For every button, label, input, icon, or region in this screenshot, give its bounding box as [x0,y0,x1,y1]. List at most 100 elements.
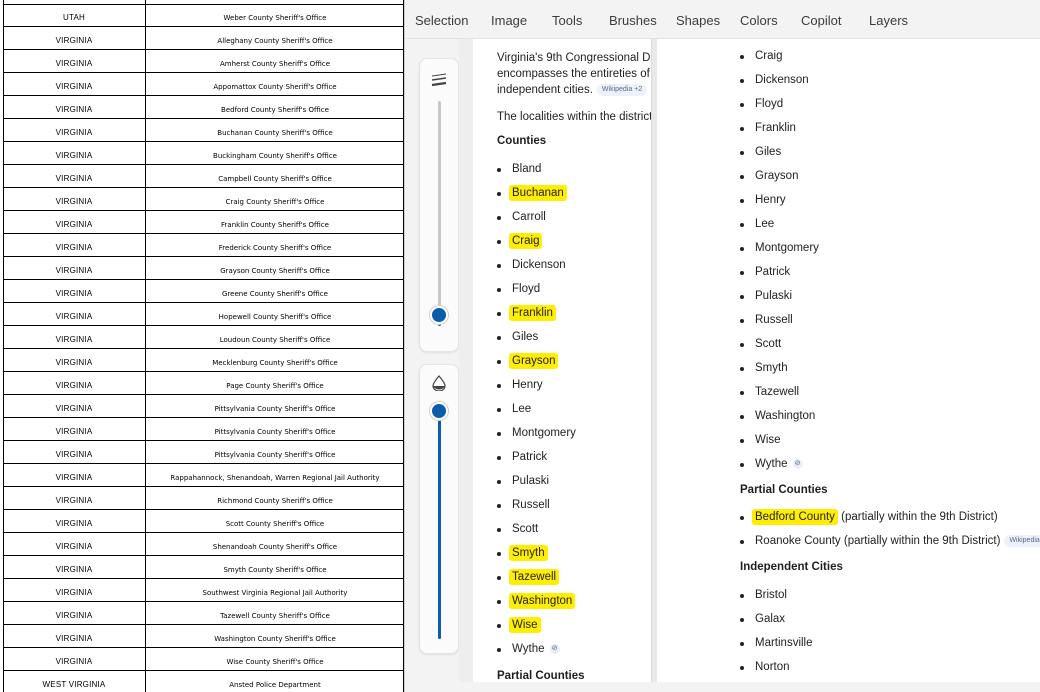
agency-cell[interactable]: Weber County Sheriff's Office [146,3,404,26]
state-cell[interactable]: VIRGINIA [3,509,145,532]
agency-cell[interactable]: Appomattox County Sheriff's Office [146,72,404,95]
table-row[interactable]: VIRGINIA Southwest Virginia Regional Jail… [3,578,404,602]
tab-selection[interactable]: Selection [415,13,468,28]
agency-cell[interactable]: Amherst County Sheriff's Office [146,49,404,72]
table-row[interactable]: VIRGINIA Washington County Sheriff's Offi… [3,624,404,648]
tab-tools[interactable]: Tools [552,13,582,28]
state-cell[interactable]: VIRGINIA [3,279,145,302]
state-cell[interactable]: VIRGINIA [3,95,145,118]
table-row[interactable]: VIRGINIA Campbell County Sheriff's Office [3,164,404,188]
table-row[interactable]: VIRGINIA Page County Sheriff's Office [3,371,404,395]
agency-cell[interactable]: Bedford County Sheriff's Office [146,95,404,118]
table-row[interactable]: VIRGINIA Amherst County Sheriff's Office [3,49,404,73]
state-cell[interactable]: VIRGINIA [3,578,145,601]
agency-cell[interactable]: Mecklenburg County Sheriff's Office [146,348,404,371]
tab-image[interactable]: Image [491,13,527,28]
agency-cell[interactable]: Pittsylvania County Sheriff's Office [146,394,404,417]
canvas[interactable]: Virginia's 9th Congressional Distr encom… [459,39,1040,692]
agency-cell[interactable]: Greene County Sheriff's Office [146,279,404,302]
state-cell[interactable]: VIRGINIA [3,601,145,624]
state-cell[interactable]: VIRGINIA [3,486,145,509]
state-cell[interactable]: WEST VIRGINIA [3,670,145,692]
table-row[interactable]: VIRGINIA Richmond County Sheriff's Office [3,486,404,510]
agency-cell[interactable]: Rappahannock, Shenandoah, Warren Regiona… [146,463,404,486]
agency-cell[interactable]: Grayson County Sheriff's Office [146,256,404,279]
state-cell[interactable]: VIRGINIA [3,555,145,578]
tab-colors[interactable]: Colors [740,13,778,28]
state-cell[interactable]: VIRGINIA [3,72,145,95]
state-cell[interactable]: VIRGINIA [3,325,145,348]
agency-cell[interactable]: Campbell County Sheriff's Office [146,164,404,187]
state-cell[interactable]: VIRGINIA [3,49,145,72]
table-row[interactable]: VIRGINIA Frederick County Sheriff's Offic… [3,233,404,257]
agency-cell[interactable]: Richmond County Sheriff's Office [146,486,404,509]
state-cell[interactable]: VIRGINIA [3,256,145,279]
opacity-slider-thumb[interactable] [432,404,446,418]
state-cell[interactable]: VIRGINIA [3,417,145,440]
tab-copilot[interactable]: Copilot [801,13,841,28]
table-row[interactable]: UTAH Weber County Sheriff's Office [3,3,404,27]
table-row[interactable]: VIRGINIA Craig County Sheriff's Office [3,187,404,211]
state-cell[interactable]: UTAH [3,3,145,26]
table-row[interactable]: VIRGINIA Appomattox County Sheriff's Offi… [3,72,404,96]
agency-cell[interactable]: Frederick County Sheriff's Office [146,233,404,256]
agency-cell[interactable]: Southwest Virginia Regional Jail Authori… [146,578,404,601]
table-row[interactable]: VIRGINIA Scott County Sheriff's Office [3,509,404,533]
agency-cell[interactable]: Smyth County Sheriff's Office [146,555,404,578]
state-cell[interactable]: VIRGINIA [3,233,145,256]
agency-cell[interactable]: Loudoun County Sheriff's Office [146,325,404,348]
table-row[interactable]: WEST VIRGINIA Ansted Police Department [3,670,404,692]
table-row[interactable]: VIRGINIA Rappahannock, Shenandoah, Warren… [3,463,404,487]
state-cell[interactable]: VIRGINIA [3,187,145,210]
size-slider-thumb[interactable] [432,307,446,322]
table-row[interactable]: VIRGINIA Smyth County Sheriff's Office [3,555,404,579]
state-cell[interactable]: VIRGINIA [3,141,145,164]
agency-cell[interactable]: Pittsylvania County Sheriff's Office [146,440,404,463]
table-row[interactable]: VIRGINIA Pittsylvania County Sheriff's Of… [3,440,404,464]
state-cell[interactable]: VIRGINIA [3,463,145,486]
state-cell[interactable]: VIRGINIA [3,302,145,325]
table-row[interactable]: VIRGINIA Greene County Sheriff's Office [3,279,404,303]
table-row[interactable]: VIRGINIA Buckingham County Sheriff's Offi… [3,141,404,165]
tab-layers[interactable]: Layers [869,13,908,28]
table-row[interactable]: VIRGINIA Grayson County Sheriff's Office [3,256,404,280]
tab-brushes[interactable]: Brushes [609,13,657,28]
state-cell[interactable]: VIRGINIA [3,371,145,394]
table-row[interactable]: VIRGINIA Wise County Sheriff's Office [3,647,404,671]
agency-cell[interactable]: Page County Sheriff's Office [146,371,404,394]
table-row[interactable]: VIRGINIA Alleghany County Sheriff's Offic… [3,26,404,50]
agency-cell[interactable]: Craig County Sheriff's Office [146,187,404,210]
state-cell[interactable]: VIRGINIA [3,164,145,187]
size-slider-track[interactable] [438,101,441,326]
state-cell[interactable]: VIRGINIA [3,440,145,463]
agency-cell[interactable]: Hopewell County Sheriff's Office [146,302,404,325]
table-row[interactable]: VIRGINIA Shenandoah County Sheriff's Offi… [3,532,404,556]
agency-cell[interactable]: Tazewell County Sheriff's Office [146,601,404,624]
agency-cell[interactable]: Alleghany County Sheriff's Office [146,26,404,49]
table-row[interactable]: VIRGINIA Loudoun County Sheriff's Office [3,325,404,349]
table-row[interactable]: VIRGINIA Tazewell County Sheriff's Office [3,601,404,625]
state-cell[interactable]: VIRGINIA [3,210,145,233]
state-cell[interactable]: VIRGINIA [3,532,145,555]
state-cell[interactable]: VIRGINIA [3,647,145,670]
agency-cell[interactable]: Shenandoah County Sheriff's Office [146,532,404,555]
agency-cell[interactable]: Buchanan County Sheriff's Office [146,118,404,141]
table-row[interactable]: VIRGINIA Mecklenburg County Sheriff's Off… [3,348,404,372]
state-cell[interactable]: VIRGINIA [3,624,145,647]
tab-shapes[interactable]: Shapes [676,13,720,28]
state-cell[interactable]: VIRGINIA [3,26,145,49]
table-row[interactable]: VIRGINIA Buchanan County Sheriff's Office [3,118,404,142]
agency-cell[interactable]: Washington County Sheriff's Office [146,624,404,647]
agency-cell[interactable]: Wise County Sheriff's Office [146,647,404,670]
agency-cell[interactable]: Scott County Sheriff's Office [146,509,404,532]
table-row[interactable]: VIRGINIA Bedford County Sheriff's Office [3,95,404,119]
agency-cell[interactable]: Ansted Police Department [146,670,404,692]
agency-cell[interactable]: Pittsylvania County Sheriff's Office [146,417,404,440]
table-row[interactable]: VIRGINIA Franklin County Sheriff's Office [3,210,404,234]
agency-cell[interactable]: Franklin County Sheriff's Office [146,210,404,233]
agency-cell[interactable]: Buckingham County Sheriff's Office [146,141,404,164]
table-row[interactable]: VIRGINIA Pittsylvania County Sheriff's Of… [3,417,404,441]
state-cell[interactable]: VIRGINIA [3,118,145,141]
state-cell[interactable]: VIRGINIA [3,394,145,417]
state-cell[interactable]: VIRGINIA [3,348,145,371]
